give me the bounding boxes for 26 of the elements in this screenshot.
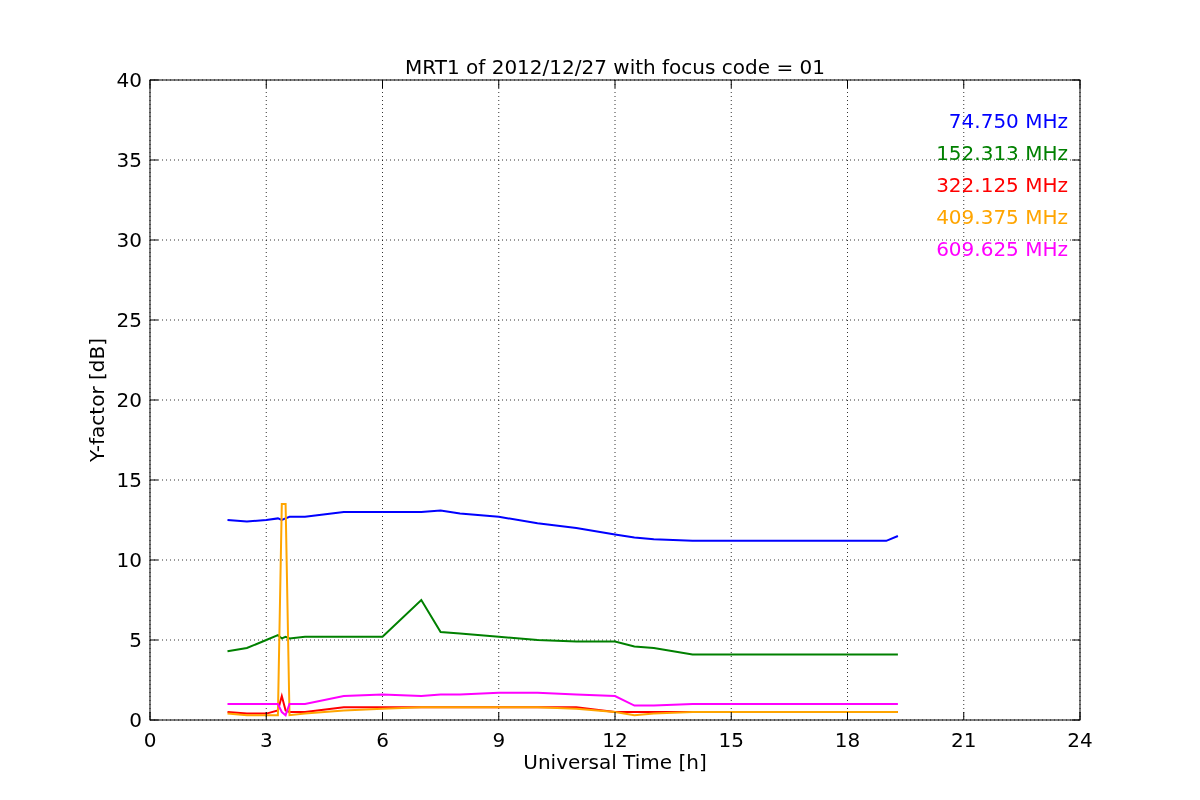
y-tick-label: 15: [116, 468, 142, 492]
x-tick-label: 0: [143, 728, 157, 752]
y-tick-label: 5: [129, 628, 142, 652]
x-tick-label: 21: [951, 728, 977, 752]
x-tick-label: 12: [602, 728, 628, 752]
y-tick-label: 25: [116, 308, 142, 332]
y-tick-label: 10: [116, 548, 142, 572]
y-tick-label: 40: [116, 68, 142, 92]
x-tick-label: 9: [492, 728, 506, 752]
x-tick-label: 3: [259, 728, 273, 752]
y-tick-label: 20: [116, 388, 142, 412]
y-tick-label: 0: [129, 708, 142, 732]
legend-label: 609.625 MHz: [936, 237, 1068, 261]
legend-label: 409.375 MHz: [936, 205, 1068, 229]
x-tick-label: 15: [718, 728, 744, 752]
x-tick-label: 18: [834, 728, 861, 752]
y-tick-label: 35: [116, 148, 142, 172]
chart-title: MRT1 of 2012/12/27 with focus code = 01: [405, 55, 825, 79]
y-axis-label: Y-factor [dB]: [85, 338, 109, 462]
x-tick-label: 24: [1067, 728, 1093, 752]
legend-label: 74.750 MHz: [948, 109, 1068, 133]
y-tick-label: 30: [116, 228, 142, 252]
legend-label: 152.313 MHz: [936, 141, 1068, 165]
legend-label: 322.125 MHz: [936, 173, 1068, 197]
x-tick-label: 6: [376, 728, 389, 752]
x-axis-label: Universal Time [h]: [523, 750, 707, 774]
